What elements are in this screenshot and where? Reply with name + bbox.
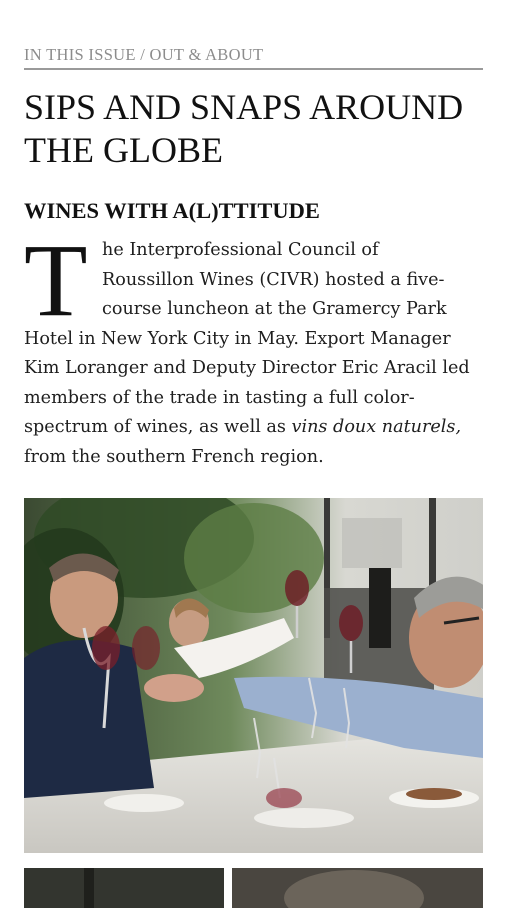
page-title-line-2: THE GLOBE — [24, 130, 223, 170]
event-photo — [24, 498, 483, 853]
body-line: he Interprofessional Council of — [102, 240, 379, 260]
second-event-photo — [24, 868, 483, 908]
section-label: IN THIS ISSUE / OUT & ABOUT — [24, 45, 264, 64]
italic-phrase: vins doux naturels, — [291, 417, 462, 437]
page-title-line-1: SIPS AND SNAPS AROUND — [24, 87, 464, 127]
section-divider — [24, 68, 483, 70]
page-title: SIPS AND SNAPS AROUND THE GLOBE — [24, 86, 494, 172]
body-line: Hotel in New York City in May. Export Ma… — [24, 328, 451, 349]
body-line: from the southern French region. — [24, 446, 324, 467]
body-line: course luncheon at the Gramercy Park — [102, 299, 447, 319]
body-line: Kim Loranger and Deputy Director Eric Ar… — [24, 358, 470, 378]
body-line: members of the trade in tasting a full c… — [24, 387, 415, 408]
article-subhead: WINES WITH A(L)TTITUDE — [24, 198, 320, 223]
body-line: spectrum of wines, as well as vins doux … — [24, 415, 461, 439]
body-line: Roussillon Wines (CIVR) hosted a five- — [102, 269, 445, 290]
body-line-text: spectrum of wines, as well as — [24, 417, 292, 437]
drop-cap: T — [24, 223, 88, 338]
